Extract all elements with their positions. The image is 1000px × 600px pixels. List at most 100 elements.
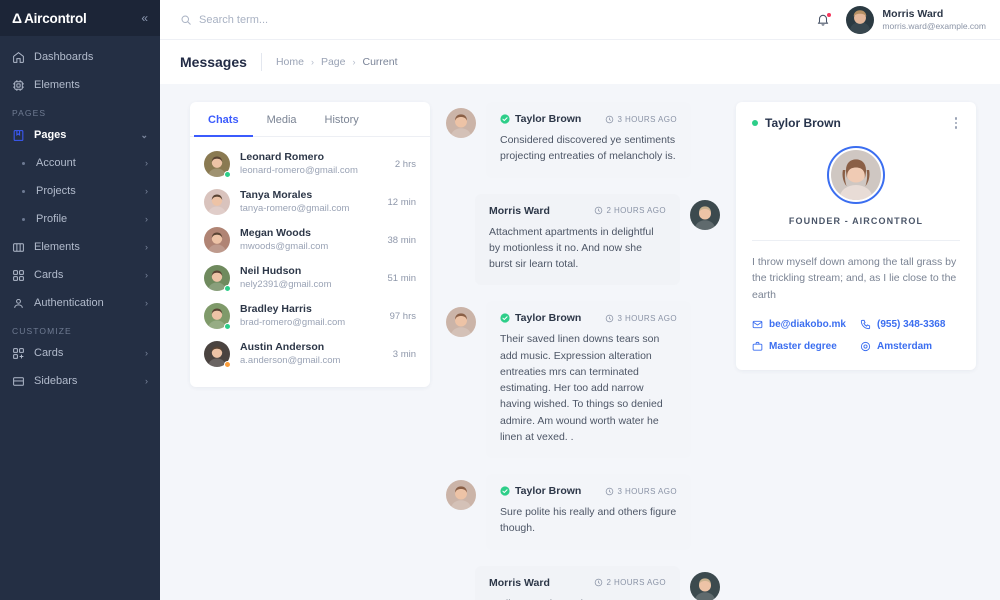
chat-list-panel: Chats Media History Leonard Romeroleonar…	[190, 102, 430, 387]
sidebar-item-label: Cards	[34, 269, 136, 281]
user-menu[interactable]: Morris Ward morris.ward@example.com	[846, 6, 986, 34]
message-author: Taylor Brown	[500, 312, 581, 324]
tab-media[interactable]: Media	[253, 102, 311, 137]
sidebar-item-sidebars[interactable]: Sidebars ›	[0, 370, 160, 392]
chat-item-text: Megan Woodsmwoods@gmail.com	[240, 227, 377, 253]
columns-icon	[12, 241, 25, 254]
chat-item-name: Bradley Harris	[240, 303, 380, 317]
chevron-down-icon: ⌄	[140, 130, 148, 141]
profile-detail-label: be@diakobo.mk	[769, 319, 846, 330]
chat-list-item[interactable]: Megan Woodsmwoods@gmail.com38 min	[190, 221, 430, 259]
globe-icon	[860, 341, 871, 352]
profile-detail-location[interactable]: Amsterdam	[860, 341, 960, 352]
sidebar-item-label: Authentication	[34, 297, 136, 309]
profile-detail-label: Amsterdam	[877, 341, 932, 352]
clock-icon	[594, 578, 603, 587]
chat-list-item[interactable]: Tanya Moralestanya-romero@gmail.com12 mi…	[190, 183, 430, 221]
avatar	[204, 341, 230, 367]
search-box[interactable]	[180, 14, 816, 26]
avatar-image	[690, 572, 720, 600]
chat-item-text: Neil Hudsonnely2391@gmail.com	[240, 265, 377, 291]
sidebar: Δ Aircontrol « Dashboards Elements PAGES	[0, 0, 160, 600]
sidebar-item-customize-cards[interactable]: Cards ›	[0, 342, 160, 364]
notifications-button[interactable]	[816, 12, 832, 28]
user-meta: Morris Ward morris.ward@example.com	[882, 8, 986, 32]
message-header: Taylor Brown3 HOURS AGO	[500, 113, 677, 125]
chevron-right-icon: ›	[145, 348, 148, 358]
bullet-icon	[22, 218, 25, 221]
avatar	[846, 6, 874, 34]
sidebar-item-dashboards[interactable]: Dashboards	[0, 46, 160, 68]
chat-item-time: 2 hrs	[395, 159, 416, 170]
profile-avatar-image	[831, 150, 881, 200]
clock-icon	[605, 314, 614, 323]
chevron-right-icon: ›	[145, 242, 148, 252]
chat-list-item[interactable]: Bradley Harrisbrad-romero@gmail.com97 hr…	[190, 297, 430, 335]
sidebar-item-label: Elements	[34, 241, 136, 253]
tab-history[interactable]: History	[311, 102, 373, 137]
chat-item-text: Bradley Harrisbrad-romero@gmail.com	[240, 303, 380, 329]
brand-logo[interactable]: Δ Aircontrol	[12, 11, 87, 26]
sidebar-item-profile[interactable]: Profile ›	[0, 208, 160, 230]
profile-detail-education[interactable]: Master degree	[752, 341, 852, 352]
chevron-right-icon: ›	[145, 298, 148, 308]
page-title: Messages	[180, 54, 247, 70]
chat-list-item[interactable]: Leonard Romeroleonard-romero@gmail.com 2 …	[190, 145, 430, 183]
tab-chats[interactable]: Chats	[194, 102, 253, 137]
profile-menu-icon[interactable]	[952, 114, 961, 132]
message-header: Taylor Brown3 HOURS AGO	[500, 485, 677, 497]
sidebar-item-elements[interactable]: Elements ›	[0, 236, 160, 258]
message-bubble: Taylor Brown3 HOURS AGOTheir saved linen…	[486, 301, 691, 458]
avatar-image	[446, 108, 476, 138]
briefcase-icon	[752, 341, 763, 352]
message-bubble: Taylor Brown3 HOURS AGOConsidered discov…	[486, 102, 691, 178]
chat-item-text: Leonard Romeroleonard-romero@gmail.com	[240, 151, 385, 177]
avatar-image	[204, 189, 230, 215]
sidebar-item-pages[interactable]: Pages ⌄	[0, 124, 160, 146]
topbar-right: Morris Ward morris.ward@example.com	[816, 6, 986, 34]
profile-header: Taylor Brown	[752, 114, 960, 132]
bullet-icon	[22, 190, 25, 193]
chat-list-item[interactable]: Neil Hudsonnely2391@gmail.com51 min	[190, 259, 430, 297]
notification-badge-icon	[826, 12, 832, 18]
sidebar-nav: Dashboards Elements PAGES Pages ⌄ Accoun…	[0, 36, 160, 398]
message-avatar	[690, 572, 720, 600]
chevron-right-icon: ›	[352, 57, 355, 67]
message-text: Sure polite his really and others figure…	[500, 504, 677, 537]
presence-status-icon	[224, 285, 231, 292]
message-text: Attachment apartments in delightful by m…	[489, 224, 666, 273]
sidebar-item-account[interactable]: Account ›	[0, 152, 160, 174]
sidebar-item-cards[interactable]: Cards ›	[0, 264, 160, 286]
divider	[752, 240, 960, 241]
breadcrumb-page[interactable]: Page	[321, 56, 346, 68]
sidebar-item-projects[interactable]: Projects ›	[0, 180, 160, 202]
topbar: Morris Ward morris.ward@example.com	[160, 0, 1000, 40]
breadcrumb-home[interactable]: Home	[276, 56, 304, 68]
profile-detail-phone[interactable]: (955) 348-3368	[860, 319, 960, 330]
sidebar-brand: Δ Aircontrol «	[0, 0, 160, 36]
user-name: Morris Ward	[882, 8, 986, 21]
search-input[interactable]	[199, 14, 419, 26]
message-author: Morris Ward	[489, 205, 550, 217]
divider	[261, 53, 262, 71]
sidebar-item-authentication[interactable]: Authentication ›	[0, 292, 160, 314]
sidebar-icon	[12, 375, 25, 388]
chat-item-email: nely2391@gmail.com	[240, 279, 377, 291]
message-avatar	[690, 200, 720, 230]
chat-item-text: Austin Andersona.anderson@gmail.com	[240, 341, 383, 367]
avatar	[204, 189, 230, 215]
chat-list: Leonard Romeroleonard-romero@gmail.com 2 …	[190, 137, 430, 377]
message-in: Taylor Brown3 HOURS AGO Sure polite his r…	[446, 474, 720, 550]
chat-list-item[interactable]: Austin Andersona.anderson@gmail.com3 min	[190, 335, 430, 373]
profile-detail-email[interactable]: be@diakobo.mk	[752, 319, 852, 330]
sidebar-item-label: Elements	[34, 79, 148, 91]
sidebar-item-label: Dashboards	[34, 51, 148, 63]
avatar	[204, 265, 230, 291]
avatar-image	[446, 480, 476, 510]
sidebar-item-label: Sidebars	[34, 375, 136, 387]
profile-bio: I throw myself down among the tall grass…	[752, 254, 960, 304]
collapse-sidebar-icon[interactable]: «	[141, 12, 148, 24]
chat-item-email: leonard-romero@gmail.com	[240, 165, 385, 177]
chat-item-name: Tanya Morales	[240, 189, 377, 203]
sidebar-item-elements-top[interactable]: Elements	[0, 74, 160, 96]
